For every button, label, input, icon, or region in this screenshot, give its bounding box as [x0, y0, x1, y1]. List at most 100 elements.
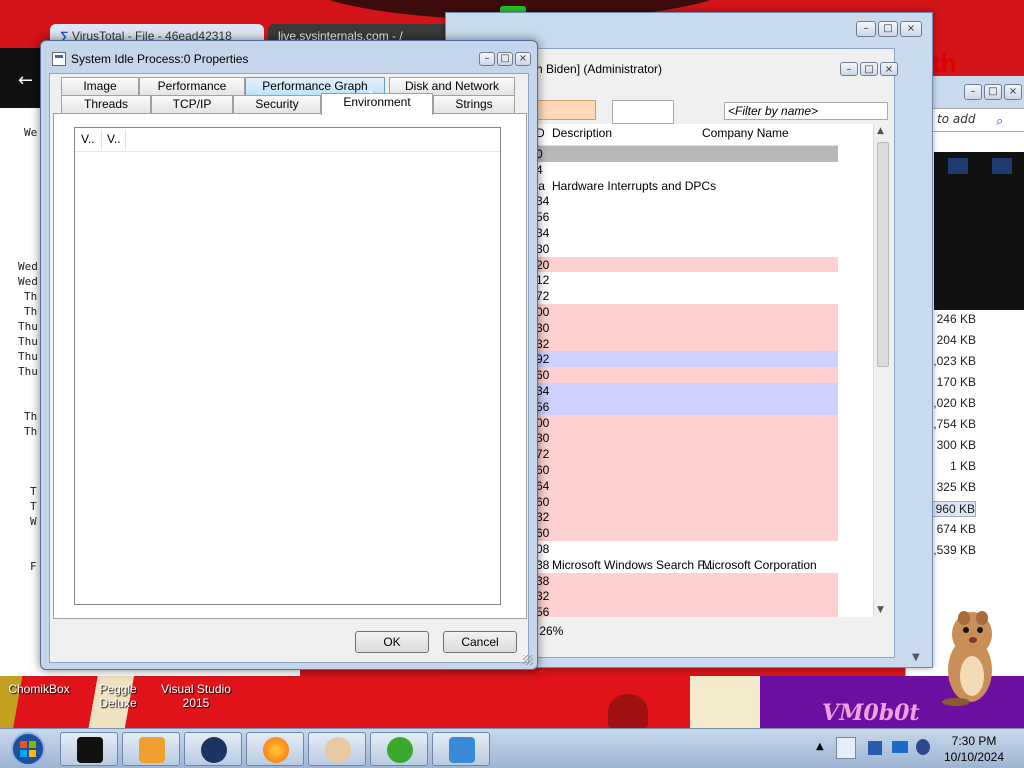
table-row[interactable]: 34 — [536, 225, 838, 241]
taskbar-item-firefox[interactable] — [246, 732, 304, 766]
cell-pid: 64 — [536, 478, 550, 493]
tab-security[interactable]: Security — [233, 95, 321, 113]
table-row[interactable]: 0 — [536, 146, 838, 162]
table-row[interactable]: 30 — [536, 430, 838, 447]
scroll-down-icon[interactable]: ▼ — [877, 605, 884, 615]
resize-grip[interactable] — [523, 655, 533, 665]
table-row[interactable]: 34 — [536, 383, 838, 399]
table-row[interactable]: 60 — [536, 493, 838, 510]
close-button[interactable]: × — [900, 21, 922, 37]
wallpaper-shape — [690, 676, 760, 728]
maximize-button[interactable]: □ — [984, 84, 1002, 100]
table-row[interactable]: 56 — [536, 398, 838, 415]
cell-pid: 56 — [536, 605, 550, 617]
process-explorer-tray-icon[interactable] — [868, 741, 882, 755]
tab-strings[interactable]: Strings — [433, 95, 515, 113]
ok-button[interactable]: OK — [355, 631, 429, 653]
tray-expand-icon[interactable]: ▲ — [816, 741, 824, 752]
close-button[interactable]: × — [515, 52, 531, 66]
desktop-icon-chomikbox[interactable]: ChomikBox — [8, 682, 70, 696]
table-row[interactable]: 'a Hardware Interrupts and DPCs — [536, 177, 838, 194]
minimize-button[interactable]: – — [964, 84, 982, 100]
taskbar-item-browser[interactable] — [184, 732, 242, 766]
taskbar-item-process-explorer[interactable] — [432, 732, 490, 766]
table-row[interactable]: 32 — [536, 335, 838, 352]
back-arrow-icon[interactable]: ← — [18, 70, 33, 91]
column-header-variable[interactable]: V.. — [81, 132, 95, 146]
maximize-button[interactable]: □ — [497, 52, 513, 66]
minimize-button[interactable]: – — [856, 21, 876, 37]
taskbar-item-chomikbox[interactable] — [60, 732, 118, 766]
table-row[interactable]: 30 — [536, 319, 838, 336]
taskbar-item-user-app[interactable] — [308, 732, 366, 766]
firefox-icon — [263, 737, 289, 763]
table-row[interactable]: 34 — [536, 193, 838, 210]
maximize-button[interactable]: □ — [860, 62, 878, 76]
table-row[interactable]: 38 Microsoft Windows Search F... Microsoft… — [536, 556, 838, 573]
cpu-graph[interactable] — [536, 100, 596, 120]
taskbar-item-green-app[interactable] — [370, 732, 428, 766]
table-row[interactable]: 12 — [536, 272, 838, 289]
tab-environment[interactable]: Environment — [321, 93, 433, 115]
table-row[interactable]: 20 — [536, 256, 838, 273]
minimize-button[interactable]: – — [840, 62, 858, 76]
status-cpu: .26% — [536, 624, 564, 638]
cancel-button[interactable]: Cancel — [443, 631, 517, 653]
table-row[interactable]: 56 — [536, 209, 838, 226]
table-row[interactable]: 30 — [536, 240, 838, 257]
table-row[interactable]: 38 — [536, 572, 838, 589]
taskbar-clock[interactable]: 7:30 PM 10/10/2024 — [938, 733, 1010, 765]
tab-threads[interactable]: Threads — [61, 95, 151, 113]
table-row[interactable]: 60 — [536, 462, 838, 478]
table-row[interactable]: 00 — [536, 414, 838, 431]
close-button[interactable]: × — [880, 62, 898, 76]
desktop-icon-peggle[interactable]: Peggle Deluxe — [80, 682, 156, 710]
cell-pid: 32 — [536, 336, 550, 351]
tab-performance[interactable]: Performance — [139, 77, 245, 95]
table-row[interactable]: 32 — [536, 588, 838, 605]
column-header-description[interactable]: Description — [552, 126, 612, 140]
table-row[interactable]: 64 — [536, 477, 838, 494]
minimize-button[interactable]: – — [479, 52, 495, 66]
process-list-scrollbar[interactable]: ▲ ▼ — [873, 124, 891, 617]
table-row[interactable]: 60 — [536, 367, 838, 384]
column-header-value[interactable]: V.. — [107, 132, 121, 146]
tab-tcpip[interactable]: TCP/IP — [151, 95, 233, 113]
browser-text: For q — [12, 110, 41, 124]
taskbar-item-media-player[interactable] — [122, 732, 180, 766]
tab-image[interactable]: Image — [61, 77, 139, 95]
table-row[interactable]: 32 — [536, 509, 838, 526]
scrollbar-thumb[interactable] — [877, 142, 889, 367]
maximize-button[interactable]: □ — [878, 21, 898, 37]
memory-graph[interactable] — [612, 100, 674, 124]
close-button[interactable]: × — [1004, 84, 1022, 100]
volume-icon[interactable] — [916, 739, 930, 755]
network-icon[interactable] — [892, 741, 908, 753]
table-row[interactable]: 60 — [536, 525, 838, 542]
table-row[interactable]: 92 — [536, 351, 838, 368]
filter-input[interactable]: <Filter by name> — [724, 102, 888, 120]
cell-pid: 56 — [536, 399, 550, 414]
table-row[interactable]: 56 — [536, 604, 838, 617]
column-header-company[interactable]: Company Name — [702, 126, 789, 140]
environment-list-header: V.. V.. — [75, 128, 500, 152]
table-row[interactable]: 4 — [536, 161, 838, 178]
cell-pid: 72 — [536, 447, 550, 462]
start-button[interactable] — [4, 731, 52, 767]
column-separator[interactable] — [125, 130, 126, 150]
search-icon[interactable]: ⌕ — [996, 114, 1003, 129]
column-separator[interactable] — [101, 130, 102, 150]
scroll-up-icon[interactable]: ▲ — [877, 126, 884, 136]
table-row[interactable]: 00 — [536, 304, 838, 320]
scroll-down-icon[interactable]: ▼ — [912, 652, 920, 663]
table-row[interactable]: 72 — [536, 288, 838, 305]
thumbnail-icon — [992, 158, 1012, 174]
browser-line: We — [24, 126, 38, 139]
desktop-icon-visual-studio[interactable]: Visual Studio 2015 — [160, 682, 232, 710]
taskbar: ▲ 7:30 PM 10/10/2024 — [0, 728, 1024, 768]
environment-variables-list[interactable]: V.. V.. — [74, 127, 501, 605]
table-row[interactable]: 72 — [536, 446, 838, 463]
table-row[interactable]: 08 — [536, 541, 838, 557]
right-window-search[interactable]: to add — [932, 108, 1024, 132]
action-center-icon[interactable] — [836, 737, 856, 759]
